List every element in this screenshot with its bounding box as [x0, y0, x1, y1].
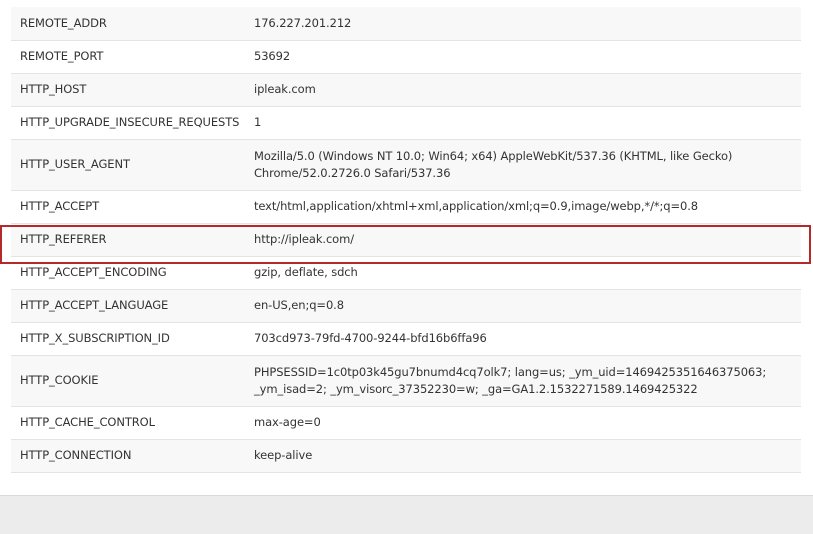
header-value: 53692	[245, 39, 801, 73]
header-value: PHPSESSID=1c0tp03k45gu7bnumd4cq7olk7; la…	[245, 354, 801, 406]
header-value: 1	[245, 105, 801, 139]
header-name: HTTP_CACHE_CONTROL	[11, 405, 245, 439]
http-headers-table: REMOTE_ADDR 176.227.201.212 REMOTE_PORT …	[11, 7, 801, 473]
headers-table-container: REMOTE_ADDR 176.227.201.212 REMOTE_PORT …	[11, 7, 801, 473]
header-name: REMOTE_PORT	[11, 39, 245, 73]
request-headers-page: REMOTE_ADDR 176.227.201.212 REMOTE_PORT …	[0, 0, 813, 534]
table-row: HTTP_COOKIE PHPSESSID=1c0tp03k45gu7bnumd…	[11, 354, 801, 406]
header-name: HTTP_X_SUBSCRIPTION_ID	[11, 321, 245, 355]
table-row: HTTP_HOST ipleak.com	[11, 72, 801, 106]
header-value: gzip, deflate, sdch	[245, 255, 801, 289]
table-row: HTTP_CONNECTION keep-alive	[11, 438, 801, 473]
header-value: en-US,en;q=0.8	[245, 288, 801, 322]
header-value: ipleak.com	[245, 72, 801, 106]
header-value: 176.227.201.212	[245, 7, 801, 40]
header-value: max-age=0	[245, 405, 801, 439]
page-footer-band	[0, 495, 813, 534]
table-row-referer: HTTP_REFERER http://ipleak.com/	[11, 222, 801, 256]
table-row: HTTP_USER_AGENT Mozilla/5.0 (Windows NT …	[11, 138, 801, 190]
table-row: HTTP_ACCEPT_LANGUAGE en-US,en;q=0.8	[11, 288, 801, 322]
table-row: HTTP_X_SUBSCRIPTION_ID 703cd973-79fd-470…	[11, 321, 801, 355]
header-value: keep-alive	[245, 438, 801, 473]
header-name: HTTP_CONNECTION	[11, 438, 245, 473]
header-value: http://ipleak.com/	[245, 222, 801, 256]
table-row: HTTP_ACCEPT text/html,application/xhtml+…	[11, 189, 801, 223]
header-name: HTTP_USER_AGENT	[11, 138, 245, 190]
header-value: text/html,application/xhtml+xml,applicat…	[245, 189, 801, 223]
header-name: HTTP_UPGRADE_INSECURE_REQUESTS	[11, 105, 245, 139]
header-value: 703cd973-79fd-4700-9244-bfd16b6ffa96	[245, 321, 801, 355]
table-row: REMOTE_PORT 53692	[11, 39, 801, 73]
table-row: HTTP_CACHE_CONTROL max-age=0	[11, 405, 801, 439]
header-name: HTTP_ACCEPT_ENCODING	[11, 255, 245, 289]
header-name: HTTP_ACCEPT	[11, 189, 245, 223]
table-row: REMOTE_ADDR 176.227.201.212	[11, 7, 801, 40]
table-row: HTTP_UPGRADE_INSECURE_REQUESTS 1	[11, 105, 801, 139]
header-name: REMOTE_ADDR	[11, 7, 245, 40]
header-name: HTTP_HOST	[11, 72, 245, 106]
header-name: HTTP_REFERER	[11, 222, 245, 256]
header-value: Mozilla/5.0 (Windows NT 10.0; Win64; x64…	[245, 138, 801, 190]
table-row: HTTP_ACCEPT_ENCODING gzip, deflate, sdch	[11, 255, 801, 289]
header-name: HTTP_ACCEPT_LANGUAGE	[11, 288, 245, 322]
header-name: HTTP_COOKIE	[11, 354, 245, 406]
